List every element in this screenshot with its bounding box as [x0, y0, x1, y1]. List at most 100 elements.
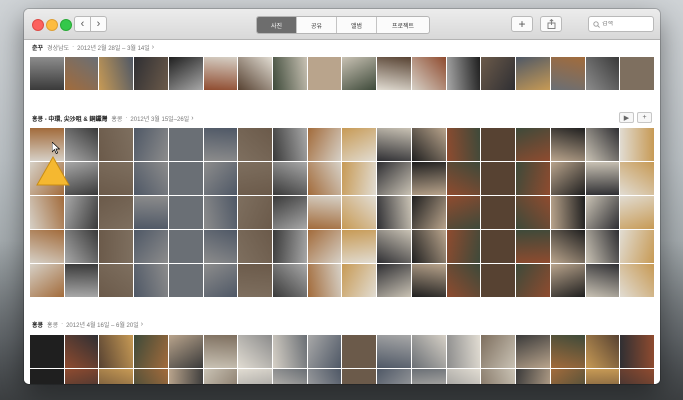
photo-thumbnail[interactable]	[64, 57, 99, 90]
photo-thumbnail[interactable]	[411, 369, 446, 384]
photo-thumbnail[interactable]	[411, 264, 446, 297]
tab-photos[interactable]: 사진	[257, 17, 297, 33]
back-button[interactable]: ‹	[74, 16, 91, 32]
photo-thumbnail[interactable]	[446, 369, 481, 384]
photo-thumbnail[interactable]	[516, 230, 550, 263]
photo-thumbnail[interactable]	[620, 335, 654, 368]
share-button[interactable]	[540, 16, 562, 32]
photo-thumbnail[interactable]	[585, 128, 620, 161]
photo-thumbnail[interactable]	[516, 264, 550, 297]
photo-thumbnail[interactable]	[550, 57, 585, 90]
photo-thumbnail[interactable]	[30, 369, 64, 384]
photo-thumbnail[interactable]	[620, 369, 654, 384]
photo-thumbnail[interactable]	[481, 264, 516, 297]
photo-thumbnail[interactable]	[550, 264, 585, 297]
moment-header[interactable]: 홍콩 홍콩 · 2012년 4월 16일 – 6월 20일 ›	[32, 318, 143, 330]
photo-thumbnail[interactable]	[238, 335, 273, 368]
photo-thumbnail[interactable]	[516, 162, 550, 195]
photo-thumbnail[interactable]	[238, 57, 273, 90]
search-input[interactable]	[600, 21, 650, 27]
photo-thumbnail[interactable]	[134, 196, 168, 229]
photo-thumbnail[interactable]	[481, 196, 516, 229]
photo-thumbnail[interactable]	[168, 264, 203, 297]
close-window-button[interactable]	[32, 19, 44, 31]
photo-thumbnail[interactable]	[550, 230, 585, 263]
zoom-window-button[interactable]	[60, 19, 72, 31]
moment-header[interactable]: 홍콩 - 中環, 尖沙咀 & 銅鑼灣 홍콩 · 2012년 3월 15일–26일…	[32, 112, 194, 124]
photo-thumbnail[interactable]	[203, 57, 238, 90]
photo-thumbnail[interactable]	[307, 335, 342, 368]
photo-thumbnail[interactable]	[134, 57, 168, 90]
photo-thumbnail[interactable]	[585, 57, 620, 90]
photo-thumbnail[interactable]	[168, 335, 203, 368]
photo-thumbnail[interactable]	[481, 162, 516, 195]
photo-thumbnail[interactable]	[377, 369, 411, 384]
photo-thumbnail[interactable]	[168, 196, 203, 229]
photo-thumbnail[interactable]	[203, 230, 238, 263]
photo-thumbnail[interactable]	[411, 57, 446, 90]
tab-shared[interactable]: 공유	[297, 17, 337, 33]
photo-thumbnail[interactable]	[238, 264, 273, 297]
minimize-window-button[interactable]	[46, 19, 58, 31]
photo-thumbnail[interactable]	[620, 230, 654, 263]
photo-thumbnail[interactable]	[516, 369, 550, 384]
slideshow-button[interactable]: ▶	[619, 112, 634, 123]
photo-thumbnail[interactable]	[377, 162, 411, 195]
photo-thumbnail[interactable]	[203, 162, 238, 195]
photo-thumbnail[interactable]	[203, 128, 238, 161]
photo-thumbnail[interactable]	[307, 264, 342, 297]
photo-thumbnail[interactable]	[203, 335, 238, 368]
photo-thumbnail[interactable]	[411, 230, 446, 263]
photo-thumbnail[interactable]	[307, 369, 342, 384]
photo-thumbnail[interactable]	[585, 196, 620, 229]
photo-thumbnail[interactable]	[550, 335, 585, 368]
photo-thumbnail[interactable]	[30, 57, 64, 90]
tab-albums[interactable]: 앨범	[337, 17, 377, 33]
photo-thumbnail[interactable]	[273, 335, 307, 368]
photo-thumbnail[interactable]	[481, 230, 516, 263]
photo-thumbnail[interactable]	[64, 196, 99, 229]
photo-thumbnail[interactable]	[411, 335, 446, 368]
photo-thumbnail[interactable]	[342, 196, 377, 229]
photo-thumbnail[interactable]	[411, 196, 446, 229]
photo-thumbnail[interactable]	[238, 196, 273, 229]
photo-thumbnail[interactable]	[238, 369, 273, 384]
tab-projects[interactable]: 프로젝트	[377, 17, 429, 33]
photo-thumbnail[interactable]	[134, 128, 168, 161]
photo-thumbnail[interactable]	[134, 264, 168, 297]
photo-thumbnail[interactable]	[203, 264, 238, 297]
photo-thumbnail[interactable]	[134, 335, 168, 368]
forward-button[interactable]: ›	[90, 16, 107, 32]
photo-thumbnail[interactable]	[307, 128, 342, 161]
photo-thumbnail[interactable]	[446, 57, 481, 90]
photo-thumbnail[interactable]	[377, 128, 411, 161]
photo-thumbnail[interactable]	[620, 264, 654, 297]
photo-thumbnail[interactable]	[30, 264, 64, 297]
photo-thumbnail[interactable]	[377, 196, 411, 229]
photo-thumbnail[interactable]	[446, 264, 481, 297]
photo-thumbnail[interactable]	[30, 335, 64, 368]
photo-thumbnail[interactable]	[168, 369, 203, 384]
photo-thumbnail[interactable]	[273, 128, 307, 161]
photo-thumbnail[interactable]	[550, 162, 585, 195]
photo-thumbnail[interactable]	[273, 162, 307, 195]
photo-thumbnail[interactable]	[342, 162, 377, 195]
photo-thumbnail[interactable]	[273, 230, 307, 263]
photo-thumbnail[interactable]	[481, 369, 516, 384]
photo-thumbnail[interactable]	[273, 264, 307, 297]
photo-thumbnail[interactable]	[516, 196, 550, 229]
photo-thumbnail[interactable]	[273, 196, 307, 229]
photo-thumbnail[interactable]	[238, 128, 273, 161]
photo-thumbnail[interactable]	[620, 128, 654, 161]
photo-thumbnail[interactable]	[99, 369, 134, 384]
photo-thumbnail[interactable]	[238, 162, 273, 195]
add-button[interactable]: +	[511, 16, 533, 32]
photo-thumbnail[interactable]	[481, 128, 516, 161]
photo-thumbnail[interactable]	[307, 230, 342, 263]
photo-thumbnail[interactable]	[377, 335, 411, 368]
photo-thumbnail[interactable]	[446, 335, 481, 368]
photo-thumbnail[interactable]	[99, 230, 134, 263]
photo-thumbnail[interactable]	[134, 162, 168, 195]
photo-thumbnail[interactable]	[134, 230, 168, 263]
photo-thumbnail[interactable]	[342, 230, 377, 263]
